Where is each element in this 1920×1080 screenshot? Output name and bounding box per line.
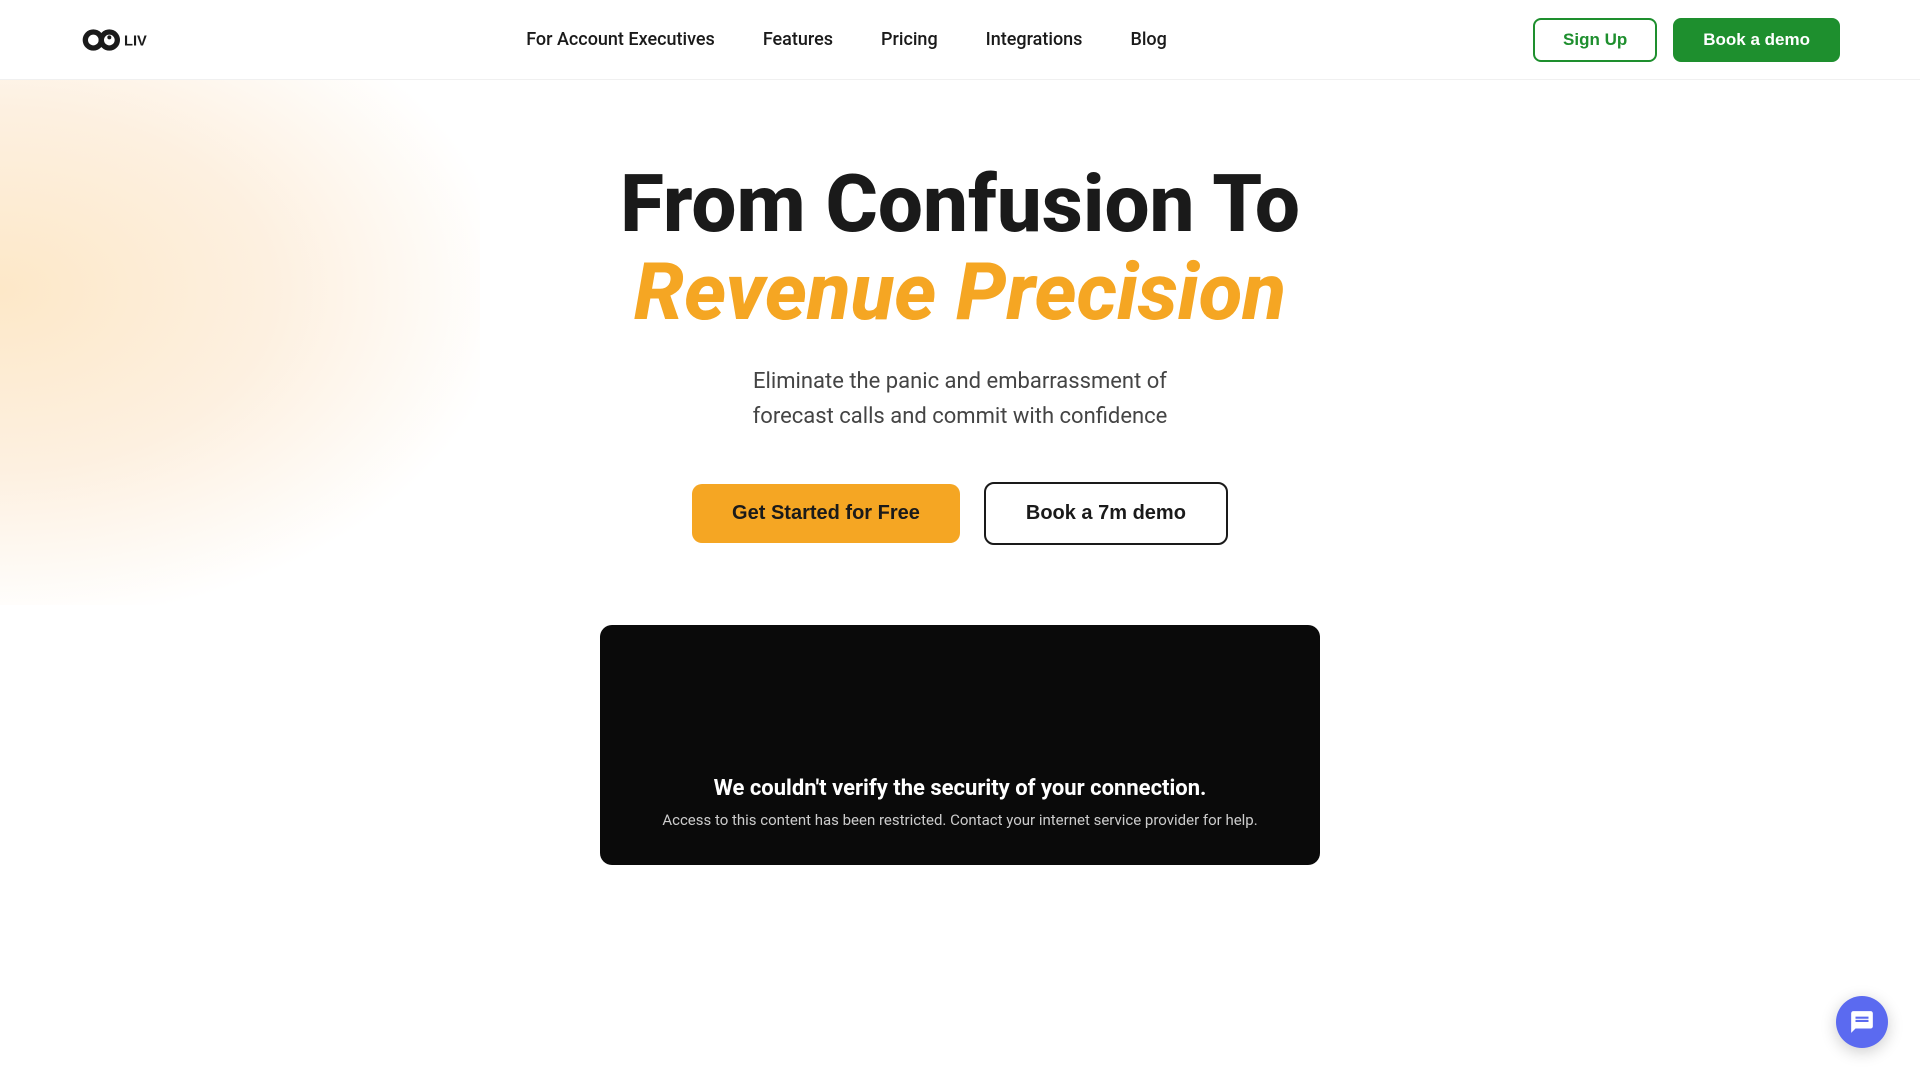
chat-widget[interactable] [1836,996,1888,1048]
book-demo-nav-button[interactable]: Book a demo [1673,18,1840,62]
logo[interactable]: LIV [80,20,160,60]
hero-subtitle: Eliminate the panic and embarrassment of… [620,364,1300,434]
nav-links: For Account Executives Features Pricing … [526,29,1167,50]
logo-svg: LIV [80,20,160,60]
nav-item-for-account-executives[interactable]: For Account Executives [526,29,715,50]
hero-content: From Confusion To Revenue Precision Elim… [620,160,1300,545]
svg-text:LIV: LIV [124,33,147,49]
video-error-title: We couldn't verify the security of your … [714,776,1207,801]
book-demo-hero-button[interactable]: Book a 7m demo [984,482,1228,545]
hero-background [0,80,480,605]
chat-icon [1849,1009,1875,1035]
nav-item-pricing[interactable]: Pricing [881,29,938,50]
signup-button[interactable]: Sign Up [1533,18,1657,62]
hero-title-line2: Revenue Precision [620,248,1300,336]
nav-actions: Sign Up Book a demo [1533,18,1840,62]
video-container: We couldn't verify the security of your … [600,625,1320,865]
video-section: We couldn't verify the security of your … [0,605,1920,865]
nav-item-features[interactable]: Features [763,29,833,50]
navbar: LIV For Account Executives Features Pric… [0,0,1920,80]
hero-section: From Confusion To Revenue Precision Elim… [0,80,1920,605]
nav-item-integrations[interactable]: Integrations [986,29,1083,50]
nav-item-blog[interactable]: Blog [1130,29,1166,50]
get-started-button[interactable]: Get Started for Free [692,484,960,543]
video-error-subtitle: Access to this content has been restrict… [662,811,1257,829]
hero-buttons: Get Started for Free Book a 7m demo [620,482,1300,545]
hero-title-line1: From Confusion To [620,160,1300,248]
